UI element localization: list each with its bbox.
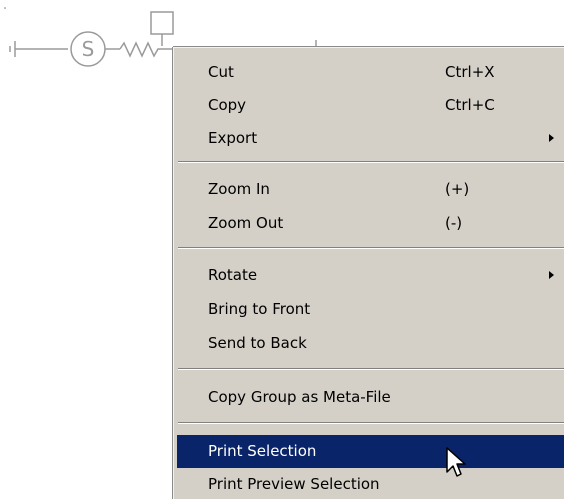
menu-item-copy-group-as-meta-file[interactable]: Copy Group as Meta-File	[177, 381, 564, 414]
menu-item-shortcut: Ctrl+X	[445, 63, 495, 81]
menu-item-label: Zoom Out	[208, 214, 284, 232]
menu-item-shortcut: (+)	[445, 180, 470, 198]
menu-item-print-preview-selection[interactable]: Print Preview Selection	[177, 468, 564, 499]
source-circle-icon[interactable]: S	[70, 31, 120, 67]
menu-separator	[178, 422, 564, 424]
menu-item-shortcut: (-)	[445, 214, 463, 232]
menu-separator	[178, 368, 564, 370]
submenu-arrow-icon	[549, 271, 554, 279]
menu-item-label: Copy Group as Meta-File	[208, 388, 391, 406]
menu-item-zoom-in[interactable]: Zoom In (+)	[177, 173, 564, 206]
menu-item-label: Print Preview Selection	[208, 475, 380, 493]
arrow-cursor-icon	[446, 447, 466, 477]
menu-item-label: Bring to Front	[208, 300, 311, 318]
menu-item-label: Copy	[208, 96, 247, 114]
menu-item-copy[interactable]: Copy Ctrl+C	[177, 89, 564, 122]
menu-item-rotate[interactable]: Rotate	[177, 259, 564, 292]
menu-item-shortcut: Ctrl+C	[445, 96, 495, 114]
menu-item-send-to-back[interactable]: Send to Back	[177, 327, 564, 360]
menu-separator	[178, 161, 564, 163]
menu-item-label: Zoom In	[208, 180, 270, 198]
resistor-icon[interactable]	[119, 41, 174, 58]
menu-item-zoom-out[interactable]: Zoom Out (-)	[177, 207, 564, 240]
canvas: S Cut Ctrl+X Copy Ctrl+C Export Zoom In …	[0, 0, 564, 499]
menu-item-label: Print Selection	[208, 442, 317, 460]
submenu-arrow-icon	[549, 134, 554, 142]
menu-item-cut[interactable]: Cut Ctrl+X	[177, 56, 564, 89]
menu-item-label: Cut	[208, 63, 234, 81]
source-symbol-label: S	[82, 37, 95, 61]
context-menu: Cut Ctrl+X Copy Ctrl+C Export Zoom In (+…	[173, 47, 564, 499]
menu-item-label: Export	[208, 129, 258, 147]
menu-item-label: Send to Back	[208, 334, 307, 352]
menu-item-print-selection[interactable]: Print Selection	[177, 435, 564, 468]
component-box-icon[interactable]	[150, 11, 174, 46]
menu-item-label: Rotate	[208, 266, 258, 284]
menu-separator	[178, 247, 564, 249]
menu-item-export[interactable]: Export	[177, 122, 564, 155]
ground-symbol-icon[interactable]	[9, 41, 68, 57]
dot-mark	[4, 7, 6, 9]
menu-item-bring-to-front[interactable]: Bring to Front	[177, 293, 564, 326]
